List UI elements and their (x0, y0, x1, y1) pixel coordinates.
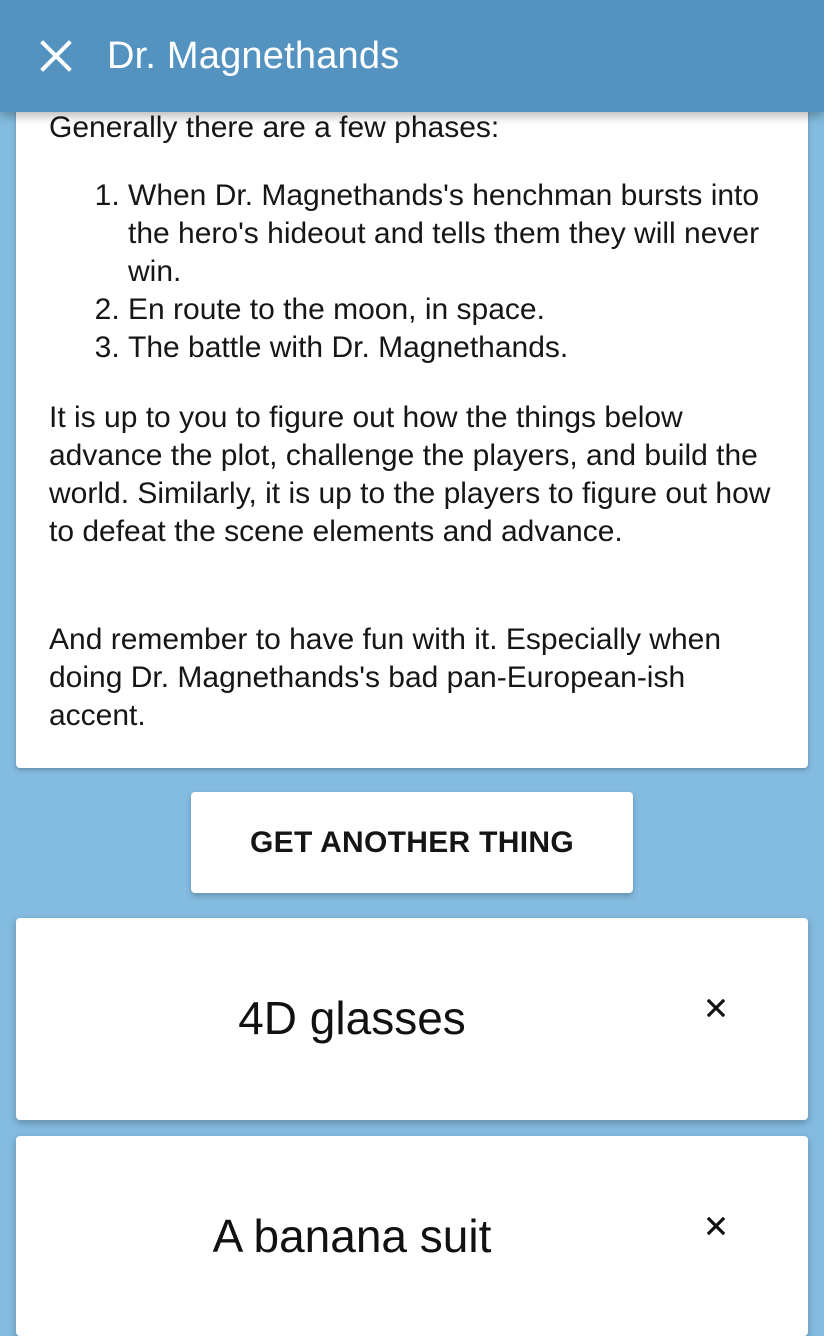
close-icon (707, 1217, 725, 1235)
phase-item: When Dr. Magnethands's henchman bursts i… (128, 177, 789, 291)
thing-label: 4D glasses (238, 992, 466, 1044)
close-button[interactable] (28, 28, 84, 84)
description-card: Generally there are a few phases: When D… (16, 84, 808, 768)
remove-thing-button[interactable] (696, 1206, 736, 1246)
app-bar: Dr. Magnethands (0, 0, 824, 112)
phase-item: The battle with Dr. Magnethands. (128, 329, 789, 367)
instructions-paragraph: It is up to you to figure out how the th… (49, 401, 771, 548)
thing-card: A banana suit (16, 1136, 808, 1336)
close-icon (707, 999, 725, 1017)
thing-label: A banana suit (212, 1210, 492, 1262)
phase-item: En route to the moon, in space. (128, 291, 789, 329)
remove-thing-button[interactable] (696, 988, 736, 1028)
get-another-thing-button[interactable]: GET ANOTHER THING (191, 792, 633, 893)
close-icon (40, 40, 72, 72)
page-title: Dr. Magnethands (107, 35, 400, 77)
reminder-paragraph: And remember to have fun with it. Especi… (49, 623, 721, 732)
thing-card: 4D glasses (16, 918, 808, 1120)
phase-list: When Dr. Magnethands's henchman bursts i… (49, 177, 789, 367)
intro-text: Generally there are a few phases: (49, 111, 500, 144)
